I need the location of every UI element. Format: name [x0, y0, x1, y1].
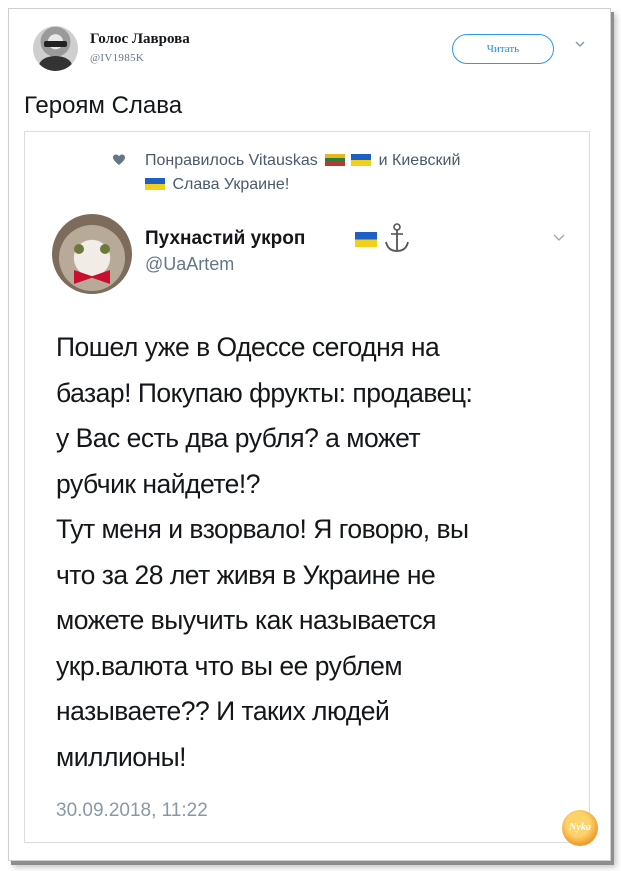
liked-line1-prefix: Понравилось Vitauskas [145, 152, 318, 169]
quoted-tweet-date[interactable]: 30.09.2018, 11:22 [56, 800, 208, 822]
follow-button[interactable]: Читать [452, 34, 554, 64]
liked-line2: Слава Украине! [172, 176, 290, 193]
author-avatar[interactable] [33, 26, 78, 71]
author-handle[interactable]: @IV1985K [90, 52, 144, 64]
author-name[interactable]: Голос Лаврова [90, 31, 190, 48]
flag-ua-icon [355, 232, 377, 247]
tweet-text: Героям Слава [24, 92, 183, 119]
flag-ua-icon [145, 178, 165, 190]
quoted-author-handle[interactable]: @UaArtem [145, 254, 234, 275]
quoted-author-name[interactable]: Пухнастий укроп [145, 228, 305, 250]
quoted-tweet-text: Пошел уже в Одессе сегодня на базар! Пок… [56, 332, 473, 772]
quoted-author-avatar[interactable] [52, 214, 132, 294]
chevron-down-icon[interactable] [574, 38, 586, 50]
liked-line1-suffix: и Киевский [378, 152, 461, 169]
anchor-icon [385, 223, 409, 252]
liked-by-line: Понравилось Vitauskas и Киевский Слава У… [120, 149, 560, 197]
flag-ua-icon [351, 154, 372, 166]
flag-lt-icon [325, 154, 346, 166]
watermark-logo: Nyka [562, 810, 598, 846]
chevron-down-icon[interactable] [552, 230, 566, 244]
